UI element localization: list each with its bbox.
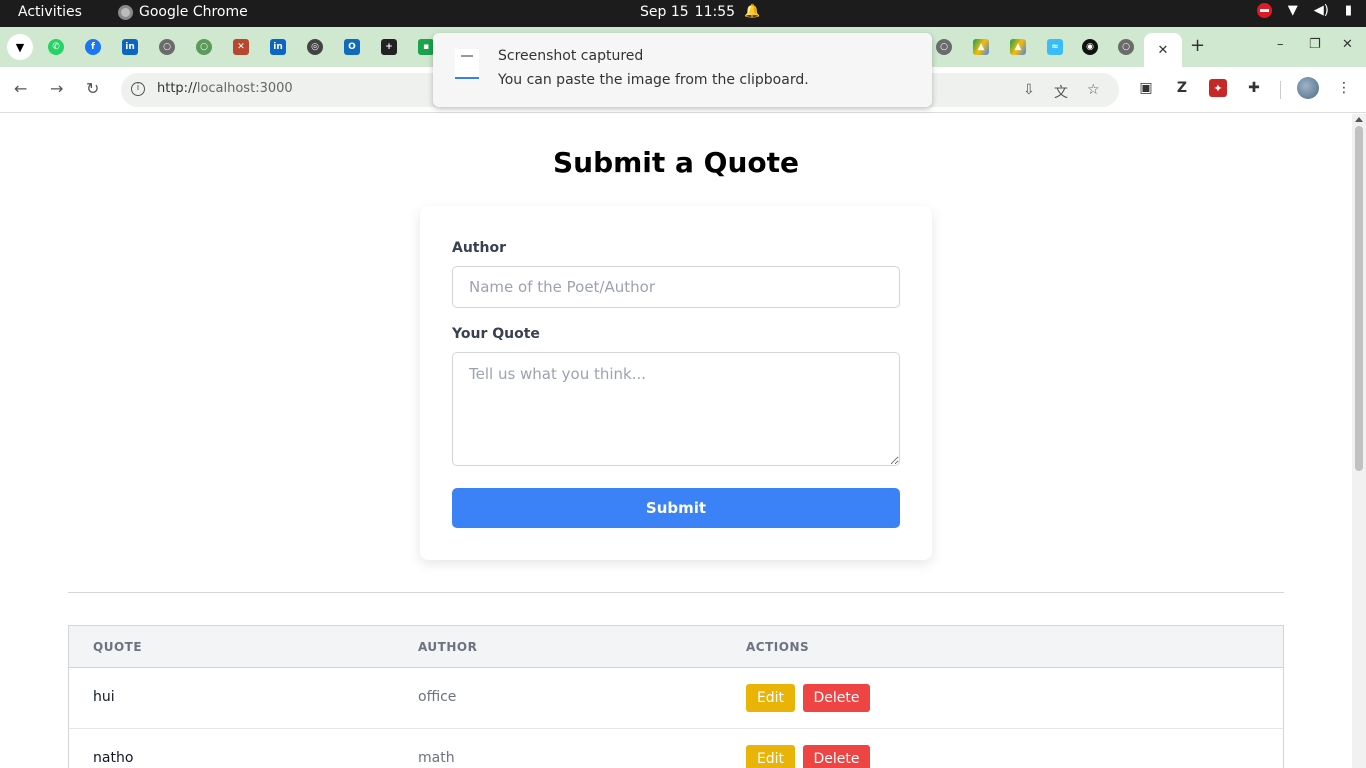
globe-green-icon[interactable]: ○ bbox=[196, 39, 212, 55]
quotes-table: QUOTE AUTHOR ACTIONS hui office Edit Del… bbox=[68, 625, 1284, 768]
table-header: QUOTE AUTHOR ACTIONS bbox=[69, 626, 1283, 668]
quote-label: Your Quote bbox=[452, 326, 540, 342]
facebook-icon[interactable]: f bbox=[85, 39, 101, 55]
globe-icon-3[interactable]: ○ bbox=[1118, 39, 1134, 55]
new-tab-plus-icon[interactable]: + bbox=[1190, 35, 1205, 56]
reload-icon[interactable]: ↻ bbox=[86, 79, 99, 98]
github-icon[interactable]: ◉ bbox=[1082, 39, 1098, 55]
delete-button[interactable]: Delete bbox=[803, 745, 870, 768]
edit-button[interactable]: Edit bbox=[746, 745, 795, 768]
scrollbar-thumb[interactable] bbox=[1355, 126, 1363, 471]
extensions-puzzle-icon[interactable]: ✚ bbox=[1245, 79, 1263, 97]
linkedin-icon[interactable]: in bbox=[122, 39, 138, 55]
linkedin-icon-2[interactable]: in bbox=[270, 39, 286, 55]
quote-cell: natho bbox=[93, 750, 134, 766]
bell-icon[interactable]: 🔔 bbox=[744, 4, 760, 19]
toolbar-divider bbox=[1280, 81, 1281, 99]
quote-form-card: Author Your Quote Submit bbox=[420, 206, 932, 560]
site-info-icon[interactable]: i bbox=[131, 82, 145, 96]
green-app-icon[interactable]: ▪ bbox=[418, 39, 434, 55]
google-drive-icon-2[interactable]: ▲ bbox=[1010, 39, 1026, 55]
app-name: Google Chrome bbox=[139, 4, 248, 20]
plus-square-icon[interactable]: + bbox=[381, 39, 397, 55]
profile-avatar[interactable] bbox=[1297, 77, 1319, 99]
app-menu[interactable]: Google Chrome bbox=[118, 4, 248, 20]
whatsapp-icon[interactable]: ✆ bbox=[48, 39, 64, 55]
restore-icon[interactable]: ❐ bbox=[1309, 37, 1321, 52]
system-top-bar: Activities Google Chrome Sep 15 11:55 🔔 … bbox=[0, 0, 1366, 27]
tab-search-chevron-icon[interactable]: ▼ bbox=[7, 34, 33, 60]
notification-title: Screenshot captured bbox=[498, 48, 644, 64]
quote-cell: hui bbox=[93, 689, 115, 705]
header-actions: ACTIONS bbox=[746, 640, 810, 654]
wifi-icon: ▼ bbox=[1287, 3, 1298, 18]
tailwind-icon[interactable]: ≈ bbox=[1047, 39, 1063, 55]
section-divider bbox=[68, 592, 1284, 593]
screenshot-extension-icon[interactable]: ▣ bbox=[1137, 79, 1155, 97]
header-author: AUTHOR bbox=[418, 640, 478, 654]
page-title: Submit a Quote bbox=[552, 146, 800, 179]
openai-icon[interactable]: ◎ bbox=[307, 39, 323, 55]
notification-body: You can paste the image from the clipboa… bbox=[498, 72, 809, 88]
more-menu-icon[interactable]: ⋮ bbox=[1335, 79, 1353, 97]
battery-icon: ▮ bbox=[1344, 3, 1352, 18]
do-not-disturb-icon bbox=[1256, 3, 1272, 18]
close-window-icon[interactable]: ✕ bbox=[1342, 37, 1353, 52]
page-viewport: Submit a Quote Author Your Quote Submit … bbox=[0, 114, 1352, 768]
url-port: :3000 bbox=[255, 81, 293, 96]
globe-icon[interactable]: ○ bbox=[159, 39, 175, 55]
edit-button[interactable]: Edit bbox=[746, 684, 795, 712]
url-text[interactable]: http://localhost:3000 bbox=[157, 81, 293, 96]
google-drive-icon[interactable]: ▲ bbox=[973, 39, 989, 55]
red-extension-icon[interactable]: ✦ bbox=[1209, 79, 1227, 97]
translate-icon[interactable]: 文 bbox=[1054, 82, 1068, 102]
bookmark-star-icon[interactable]: ☆ bbox=[1087, 82, 1100, 98]
delete-button[interactable]: Delete bbox=[803, 684, 870, 712]
author-cell: office bbox=[418, 689, 457, 705]
author-cell: math bbox=[418, 750, 455, 766]
chrome-icon bbox=[118, 4, 133, 20]
globe-icon-2[interactable]: ○ bbox=[936, 39, 952, 55]
table-row: natho math Edit Delete bbox=[69, 729, 1283, 768]
system-tray[interactable]: ▼ ◀) ▮ bbox=[1256, 3, 1352, 18]
author-label: Author bbox=[452, 240, 506, 256]
date: Sep 15 bbox=[640, 4, 689, 20]
table-row: hui office Edit Delete bbox=[69, 668, 1283, 729]
activities-button[interactable]: Activities bbox=[18, 4, 82, 20]
url-host: localhost bbox=[196, 81, 256, 96]
screenshot-thumbnail-icon bbox=[455, 49, 479, 79]
outlook-icon[interactable]: O bbox=[344, 39, 360, 55]
scroll-up-arrow-icon[interactable] bbox=[1355, 117, 1363, 122]
author-input[interactable] bbox=[452, 266, 900, 308]
page-scrollbar[interactable] bbox=[1352, 114, 1366, 768]
time: 11:55 bbox=[694, 4, 736, 20]
volume-icon: ◀) bbox=[1313, 3, 1329, 18]
screenshot-notification[interactable]: Screenshot captured You can paste the im… bbox=[433, 33, 932, 107]
url-scheme: http:// bbox=[157, 81, 197, 96]
header-quote: QUOTE bbox=[93, 640, 143, 654]
submit-button[interactable]: Submit bbox=[452, 488, 900, 528]
back-arrow-icon[interactable]: ← bbox=[14, 79, 27, 98]
minimize-icon[interactable]: – bbox=[1277, 37, 1284, 52]
brand-icon[interactable]: ✕ bbox=[233, 39, 249, 55]
install-app-icon[interactable]: ⇩ bbox=[1023, 82, 1035, 98]
quote-textarea[interactable] bbox=[452, 352, 900, 466]
active-tab-close-icon[interactable]: ✕ bbox=[1144, 33, 1182, 67]
clock[interactable]: Sep 15 11:55 bbox=[640, 4, 735, 20]
zotero-icon[interactable]: Z bbox=[1173, 79, 1191, 97]
forward-arrow-icon[interactable]: → bbox=[50, 79, 63, 98]
